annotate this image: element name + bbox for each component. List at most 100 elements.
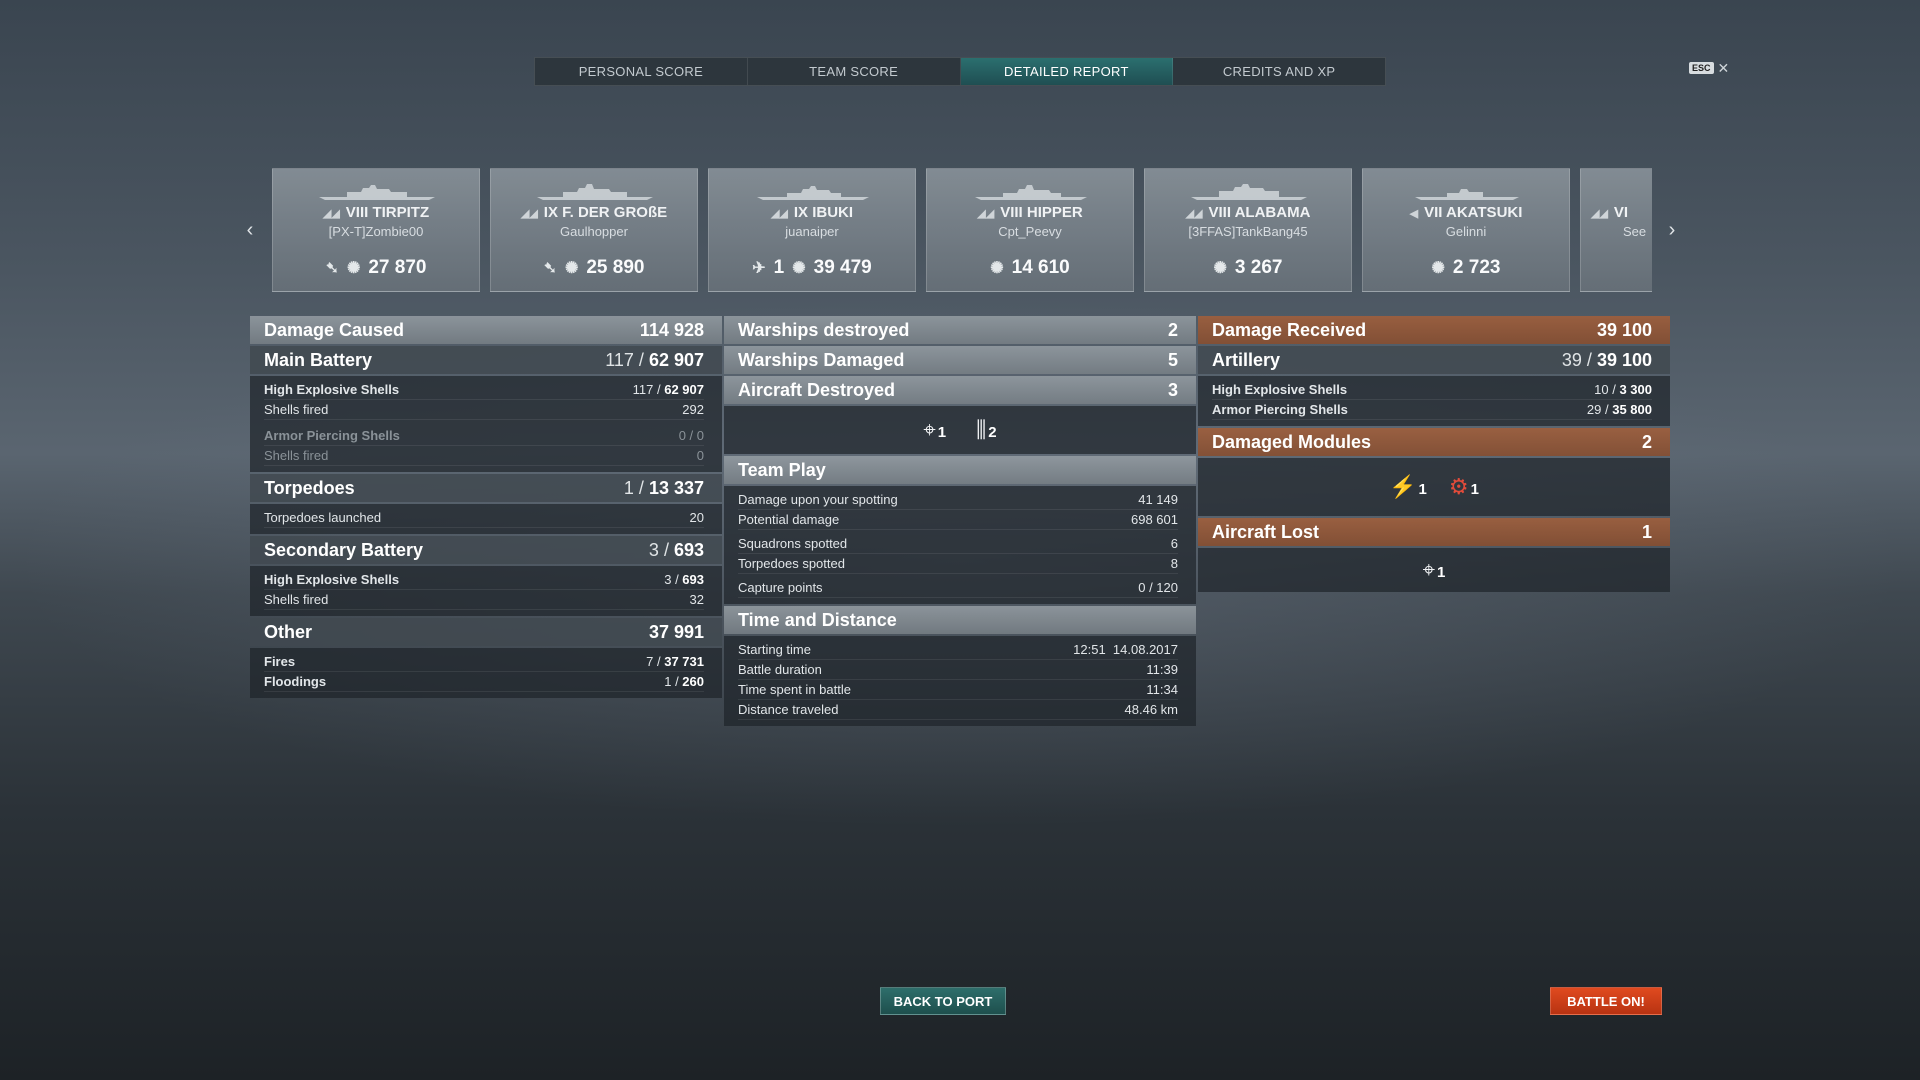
battleship-silhouette-icon: [1191, 184, 1307, 200]
damaged-gun-icon: ⚡: [1389, 474, 1417, 499]
damage-caused-panel: Damage Caused 114 928 Main Battery 117 /…: [250, 316, 722, 700]
stat-row: Time spent in battle 11:34: [738, 680, 1178, 700]
damage-value: 27 870: [368, 257, 427, 278]
cruiser-class-icon: ◢◢: [977, 208, 995, 220]
destroyer-silhouette-icon: [1415, 189, 1519, 200]
aircraft-lost-title: Aircraft Lost: [1212, 521, 1320, 542]
stat-label: Capture points: [738, 580, 823, 595]
battleship-silhouette-icon: [537, 184, 653, 200]
warships-damaged-value: 5: [1167, 349, 1178, 370]
stat-label: Battle duration: [738, 662, 822, 677]
ship-card[interactable]: ◢◢ VIII HIPPER Cpt_Peevy ✺ 14 610: [926, 168, 1134, 292]
tab-credits-and-xp[interactable]: CREDITS AND XP: [1173, 58, 1385, 85]
tab-detailed-report[interactable]: DETAILED REPORT: [960, 58, 1174, 85]
carousel-next-arrow[interactable]: ›: [1662, 215, 1682, 245]
stat-value: 3 300: [1619, 382, 1652, 397]
battleship-class-icon: ◢◢: [322, 208, 340, 220]
tab-team-score[interactable]: TEAM SCORE: [748, 58, 961, 85]
stat-row: Torpedoes launched 20: [264, 508, 704, 528]
stat-row: Fires 7 / 37 731: [264, 652, 704, 672]
ship-card[interactable]: ◢◢ VI See: [1580, 168, 1652, 292]
ship-name: VIII TIRPITZ: [345, 204, 430, 221]
stat-value: 8: [1170, 556, 1178, 571]
damage-caused-total: 114 928: [639, 319, 704, 340]
stat-label: Shells fired: [264, 402, 329, 417]
warships-damaged-label: Warships Damaged: [738, 349, 905, 370]
chevron-left-icon: ‹: [246, 218, 254, 241]
tab-personal-score[interactable]: PERSONAL SCORE: [535, 58, 748, 85]
ship-name: IX IBUKI: [793, 204, 854, 221]
ship-card[interactable]: ◢◢ IX IBUKI juanaiper ✈ 1 ✺ 39 479: [708, 168, 916, 292]
stat-value: 41 149: [1138, 492, 1178, 507]
damaged-modules-details: ⚡ 1 ⚙ 1: [1198, 458, 1670, 516]
aa-kills-count: 2: [988, 424, 997, 441]
ship-card[interactable]: ◢◢ VIII ALABAMA [3FFAS]TankBang45 ✺ 3 267: [1144, 168, 1352, 292]
stat-label: Damage upon your spotting: [738, 492, 898, 507]
stat-value: 6: [1170, 536, 1178, 551]
ship-card[interactable]: ◢◢ VIII TIRPITZ [PX-T]Zombie00 ➷ ✺ 27 870: [272, 168, 480, 292]
damage-caused-header: Damage Caused 114 928: [250, 316, 722, 344]
stat-row: High Explosive Shells 10 / 3 300: [1212, 380, 1652, 400]
plane-kills-value: 1: [773, 257, 785, 278]
stat-label: Starting time: [738, 642, 811, 657]
stat-label: Torpedoes launched: [264, 510, 382, 525]
damage-received-panel: Damage Received 39 100 Artillery 39 / 39…: [1198, 316, 1670, 594]
warships-destroyed-value: 2: [1167, 319, 1178, 340]
damage-received-header: Damage Received 39 100: [1198, 316, 1670, 344]
carousel-prev-arrow[interactable]: ‹: [240, 215, 260, 245]
stat-value: 292: [682, 402, 704, 417]
stat-part: 10: [1594, 382, 1609, 397]
main-battery-header: Main Battery 117 / 62 907: [250, 346, 722, 374]
cruiser-silhouette-icon: [757, 186, 869, 200]
stat-value: 37 731: [664, 654, 704, 669]
close-button[interactable]: ESC ✕: [1689, 61, 1729, 75]
aircraft-destroyed-label: Aircraft Destroyed: [738, 379, 896, 400]
stat-label: High Explosive Shells: [264, 382, 400, 397]
damage-value: 39 479: [813, 257, 872, 278]
torpedo-hits: 1: [623, 477, 634, 498]
aircraft-destroyed-details: ⌖ 1 ⫼ 2: [724, 406, 1196, 454]
stat-value: 32: [689, 592, 704, 607]
cruiser-silhouette-icon: [975, 185, 1087, 200]
time-and-distance-title: Time and Distance: [738, 609, 897, 630]
stat-value: 62 907: [664, 382, 704, 397]
damage-received-total: 39 100: [1596, 319, 1652, 340]
stat-label: High Explosive Shells: [264, 572, 400, 587]
stat-value: 0 / 120: [1138, 580, 1178, 595]
torpedo-damage: 13 337: [648, 477, 704, 498]
stat-label: Potential damage: [738, 512, 840, 527]
aircraft-lost-value: 1: [1641, 521, 1652, 542]
stat-label: High Explosive Shells: [1212, 382, 1348, 397]
destroyer-class-icon: ◀: [1409, 208, 1419, 220]
cruiser-class-icon: ◢◢: [770, 208, 788, 220]
back-to-port-button[interactable]: BACK TO PORT: [880, 987, 1006, 1015]
stat-row: Shells fired 32: [264, 590, 704, 610]
damage-value: 14 610: [1011, 257, 1070, 278]
damaged-engine-count: 1: [1470, 481, 1479, 498]
stat-value: 0 / 0: [678, 428, 704, 443]
player-name: [PX-T]Zombie00: [328, 224, 424, 239]
artillery-header: Artillery 39 / 39 100: [1198, 346, 1670, 374]
ship-card[interactable]: ◀ VII AKATSUKI Gelinni ✺ 2 723: [1362, 168, 1570, 292]
battle-on-button[interactable]: BATTLE ON!: [1550, 987, 1662, 1015]
warships-destroyed-label: Warships destroyed: [738, 319, 910, 340]
ship-card[interactable]: ◢◢ IX F. DER GROßE Gaulhopper ➷ ✺ 25 890: [490, 168, 698, 292]
player-name: [3FFAS]TankBang45: [1188, 224, 1308, 239]
stat-row: Torpedoes spotted 8: [738, 554, 1178, 574]
stat-row: Armor Piercing Shells 0 / 0: [264, 426, 704, 446]
stat-value: 48.46 km: [1124, 702, 1178, 717]
team-play-details: Damage upon your spotting 41 149 Potentia…: [724, 486, 1196, 604]
stat-label: Time spent in battle: [738, 682, 851, 697]
aircraft-lost-header: Aircraft Lost 1: [1198, 518, 1670, 546]
stat-row: Armor Piercing Shells 29 / 35 800: [1212, 400, 1652, 420]
stat-label: Distance traveled: [738, 702, 839, 717]
fighter-crosshair-icon: ⌖: [923, 417, 936, 442]
time-and-distance-details: Starting time 12:51 14.08.2017 Battle dur…: [724, 636, 1196, 726]
warships-damaged-header: Warships Damaged 5: [724, 346, 1196, 374]
damaged-modules-header: Damaged Modules 2: [1198, 428, 1670, 456]
stat-row: Distance traveled 48.46 km: [738, 700, 1178, 720]
torpedoes-header: Torpedoes 1 / 13 337: [250, 474, 722, 502]
other-damage: 37 991: [648, 621, 704, 642]
damage-icon: ✺: [564, 260, 579, 277]
damage-caused-title: Damage Caused: [264, 319, 405, 340]
